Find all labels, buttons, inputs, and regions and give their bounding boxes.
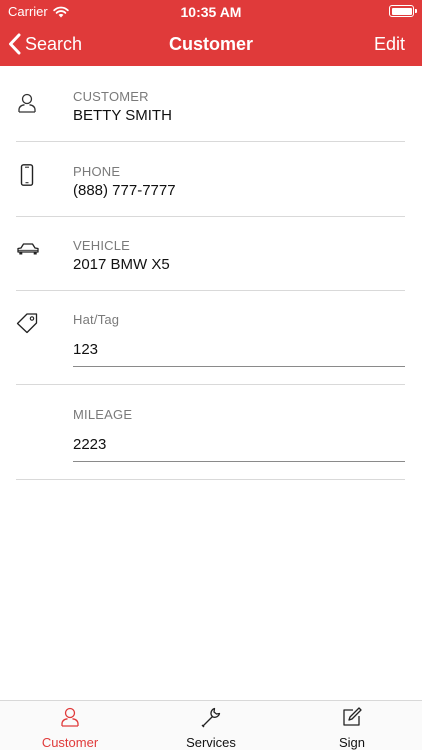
vehicle-label: VEHICLE [73,238,131,253]
car-icon [17,243,39,255]
wrench-icon [201,707,221,728]
customer-name: BETTY SMITH [73,107,172,124]
tab-services[interactable]: Services [141,701,281,750]
phone-icon [20,164,34,186]
compose-icon [343,707,362,726]
edit-button[interactable]: Edit [374,22,405,66]
hat-tag-row: Hat/Tag 123 [16,291,405,385]
person-icon [61,707,79,727]
mileage-label: MILEAGE [73,407,133,422]
mileage-row: MILEAGE 2223 [16,385,405,480]
customer-label: CUSTOMER [73,89,149,104]
person-icon [18,93,36,113]
status-time: 10:35 AM [180,4,242,20]
tab-customer-label: Customer [41,735,99,750]
tab-sign-label: Sign [338,735,366,750]
phone-label: PHONE [73,164,121,179]
header-bar: Carrier 10:35 AM Search Customer Edit [0,0,422,66]
status-bar: Carrier 10:35 AM [0,0,422,22]
mileage-field[interactable]: 2223 [73,430,405,462]
tab-sign[interactable]: Sign [282,701,422,750]
navigation-bar: Search Customer Edit [0,22,422,66]
tab-bar: Customer Services Sign [0,700,422,750]
tab-customer[interactable]: Customer [0,701,140,750]
vehicle-row: VEHICLE 2017 BMW X5 [16,217,405,291]
phone-number[interactable]: (888) 777-7777 [73,182,176,199]
phone-row: PHONE (888) 777-7777 [16,142,405,217]
tab-services-label: Services [186,735,236,750]
vehicle-name: 2017 BMW X5 [73,256,170,273]
page-title: Customer [168,34,253,54]
battery-icon [389,5,417,17]
tag-icon [16,313,38,334]
hat-tag-label: Hat/Tag [73,312,120,327]
customer-row: CUSTOMER BETTY SMITH [16,66,405,142]
hat-tag-field[interactable]: 123 [73,335,405,367]
